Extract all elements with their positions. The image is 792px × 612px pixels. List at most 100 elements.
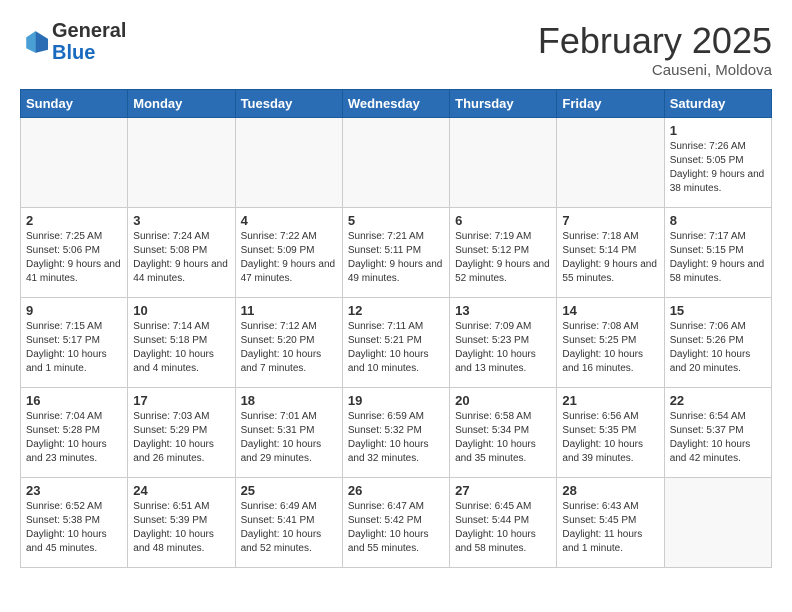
calendar-day-cell: 16 Sunrise: 7:04 AM Sunset: 5:28 PM Dayli…: [21, 388, 128, 478]
logo-blue: Blue: [52, 42, 126, 64]
day-info: Sunrise: 7:15 AM Sunset: 5:17 PM Dayligh…: [26, 320, 122, 376]
day-number: 19: [348, 393, 444, 408]
calendar-day-cell: [664, 478, 771, 568]
day-info: Sunrise: 7:25 AM Sunset: 5:06 PM Dayligh…: [26, 230, 122, 286]
calendar-day-cell: 26 Sunrise: 6:47 AM Sunset: 5:42 PM Dayli…: [342, 478, 449, 568]
day-info: Sunrise: 7:11 AM Sunset: 5:21 PM Dayligh…: [348, 320, 444, 376]
calendar-day-cell: 11 Sunrise: 7:12 AM Sunset: 5:20 PM Dayli…: [235, 298, 342, 388]
day-info: Sunrise: 7:19 AM Sunset: 5:12 PM Dayligh…: [455, 230, 551, 286]
weekday-header: Saturday: [664, 90, 771, 118]
weekday-header: Wednesday: [342, 90, 449, 118]
calendar-day-cell: 1 Sunrise: 7:26 AM Sunset: 5:05 PM Daylig…: [664, 118, 771, 208]
day-info: Sunrise: 7:18 AM Sunset: 5:14 PM Dayligh…: [562, 230, 658, 286]
weekday-header: Monday: [128, 90, 235, 118]
calendar-day-cell: 28Sunrise: 6:43 AM Sunset: 5:45 PM Dayli…: [557, 478, 664, 568]
calendar-day-cell: 8 Sunrise: 7:17 AM Sunset: 5:15 PM Daylig…: [664, 208, 771, 298]
calendar-day-cell: 3 Sunrise: 7:24 AM Sunset: 5:08 PM Daylig…: [128, 208, 235, 298]
weekday-header: Thursday: [450, 90, 557, 118]
calendar-day-cell: [557, 118, 664, 208]
calendar-day-cell: 5 Sunrise: 7:21 AM Sunset: 5:11 PM Daylig…: [342, 208, 449, 298]
calendar-day-cell: 24Sunrise: 6:51 AM Sunset: 5:39 PM Dayli…: [128, 478, 235, 568]
logo-general: General: [52, 20, 126, 42]
day-number: 11: [241, 303, 337, 318]
calendar-day-cell: 23 Sunrise: 6:52 AM Sunset: 5:38 PM Dayli…: [21, 478, 128, 568]
day-info: Sunrise: 7:24 AM Sunset: 5:08 PM Dayligh…: [133, 230, 229, 286]
day-info: Sunrise: 7:26 AM Sunset: 5:05 PM Dayligh…: [670, 140, 766, 196]
calendar-day-cell: 12 Sunrise: 7:11 AM Sunset: 5:21 PM Dayli…: [342, 298, 449, 388]
day-number: 1: [670, 123, 766, 138]
weekday-header: Sunday: [21, 90, 128, 118]
day-info: Sunrise: 6:52 AM Sunset: 5:38 PM Dayligh…: [26, 500, 122, 556]
day-number: 26: [348, 483, 444, 498]
title-block: February 2025 Causeni, Moldova: [538, 20, 772, 79]
calendar-day-cell: 15Sunrise: 7:06 AM Sunset: 5:26 PM Dayli…: [664, 298, 771, 388]
page-header: General Blue February 2025 Causeni, Mold…: [20, 20, 772, 79]
day-number: 27: [455, 483, 551, 498]
month-title: February 2025: [538, 20, 772, 62]
calendar-week-row: 16 Sunrise: 7:04 AM Sunset: 5:28 PM Dayli…: [21, 388, 772, 478]
day-number: 14: [562, 303, 658, 318]
calendar-week-row: 23 Sunrise: 6:52 AM Sunset: 5:38 PM Dayli…: [21, 478, 772, 568]
calendar-day-cell: [128, 118, 235, 208]
day-info: Sunrise: 7:08 AM Sunset: 5:25 PM Dayligh…: [562, 320, 658, 376]
logo-icon: [20, 28, 48, 56]
weekday-header: Friday: [557, 90, 664, 118]
calendar-day-cell: 18 Sunrise: 7:01 AM Sunset: 5:31 PM Dayli…: [235, 388, 342, 478]
logo: General Blue: [20, 20, 126, 64]
day-number: 5: [348, 213, 444, 228]
calendar-day-cell: 7Sunrise: 7:18 AM Sunset: 5:14 PM Daylig…: [557, 208, 664, 298]
day-number: 22: [670, 393, 766, 408]
day-info: Sunrise: 7:17 AM Sunset: 5:15 PM Dayligh…: [670, 230, 766, 286]
day-info: Sunrise: 6:49 AM Sunset: 5:41 PM Dayligh…: [241, 500, 337, 556]
day-number: 21: [562, 393, 658, 408]
logo-text: General Blue: [52, 20, 126, 64]
calendar-day-cell: 4 Sunrise: 7:22 AM Sunset: 5:09 PM Daylig…: [235, 208, 342, 298]
day-info: Sunrise: 7:21 AM Sunset: 5:11 PM Dayligh…: [348, 230, 444, 286]
day-number: 24: [133, 483, 229, 498]
day-info: Sunrise: 7:01 AM Sunset: 5:31 PM Dayligh…: [241, 410, 337, 466]
calendar-day-cell: 13Sunrise: 7:09 AM Sunset: 5:23 PM Dayli…: [450, 298, 557, 388]
calendar-day-cell: [450, 118, 557, 208]
day-number: 13: [455, 303, 551, 318]
location: Causeni, Moldova: [538, 62, 772, 79]
day-info: Sunrise: 7:14 AM Sunset: 5:18 PM Dayligh…: [133, 320, 229, 376]
calendar-day-cell: 14 Sunrise: 7:08 AM Sunset: 5:25 PM Dayli…: [557, 298, 664, 388]
day-info: Sunrise: 6:45 AM Sunset: 5:44 PM Dayligh…: [455, 500, 551, 556]
calendar-day-cell: 19 Sunrise: 6:59 AM Sunset: 5:32 PM Dayli…: [342, 388, 449, 478]
day-number: 25: [241, 483, 337, 498]
day-info: Sunrise: 7:04 AM Sunset: 5:28 PM Dayligh…: [26, 410, 122, 466]
day-number: 17: [133, 393, 229, 408]
day-number: 23: [26, 483, 122, 498]
calendar-day-cell: 21Sunrise: 6:56 AM Sunset: 5:35 PM Dayli…: [557, 388, 664, 478]
day-number: 6: [455, 213, 551, 228]
day-number: 2: [26, 213, 122, 228]
day-number: 3: [133, 213, 229, 228]
day-number: 15: [670, 303, 766, 318]
calendar-day-cell: 27 Sunrise: 6:45 AM Sunset: 5:44 PM Dayli…: [450, 478, 557, 568]
day-info: Sunrise: 7:12 AM Sunset: 5:20 PM Dayligh…: [241, 320, 337, 376]
day-number: 8: [670, 213, 766, 228]
day-info: Sunrise: 6:47 AM Sunset: 5:42 PM Dayligh…: [348, 500, 444, 556]
calendar-header-row: SundayMondayTuesdayWednesdayThursdayFrid…: [21, 90, 772, 118]
day-number: 18: [241, 393, 337, 408]
day-info: Sunrise: 7:22 AM Sunset: 5:09 PM Dayligh…: [241, 230, 337, 286]
day-info: Sunrise: 6:59 AM Sunset: 5:32 PM Dayligh…: [348, 410, 444, 466]
weekday-header: Tuesday: [235, 90, 342, 118]
day-info: Sunrise: 7:03 AM Sunset: 5:29 PM Dayligh…: [133, 410, 229, 466]
calendar-day-cell: 25 Sunrise: 6:49 AM Sunset: 5:41 PM Dayli…: [235, 478, 342, 568]
day-info: Sunrise: 6:58 AM Sunset: 5:34 PM Dayligh…: [455, 410, 551, 466]
day-number: 12: [348, 303, 444, 318]
calendar-week-row: 2 Sunrise: 7:25 AM Sunset: 5:06 PM Daylig…: [21, 208, 772, 298]
day-number: 20: [455, 393, 551, 408]
day-number: 4: [241, 213, 337, 228]
day-number: 16: [26, 393, 122, 408]
day-info: Sunrise: 6:54 AM Sunset: 5:37 PM Dayligh…: [670, 410, 766, 466]
day-number: 10: [133, 303, 229, 318]
calendar-day-cell: 17 Sunrise: 7:03 AM Sunset: 5:29 PM Dayli…: [128, 388, 235, 478]
calendar-day-cell: 10 Sunrise: 7:14 AM Sunset: 5:18 PM Dayli…: [128, 298, 235, 388]
day-number: 28: [562, 483, 658, 498]
calendar-day-cell: [235, 118, 342, 208]
calendar-day-cell: 2 Sunrise: 7:25 AM Sunset: 5:06 PM Daylig…: [21, 208, 128, 298]
calendar-day-cell: [21, 118, 128, 208]
calendar-week-row: 9Sunrise: 7:15 AM Sunset: 5:17 PM Daylig…: [21, 298, 772, 388]
